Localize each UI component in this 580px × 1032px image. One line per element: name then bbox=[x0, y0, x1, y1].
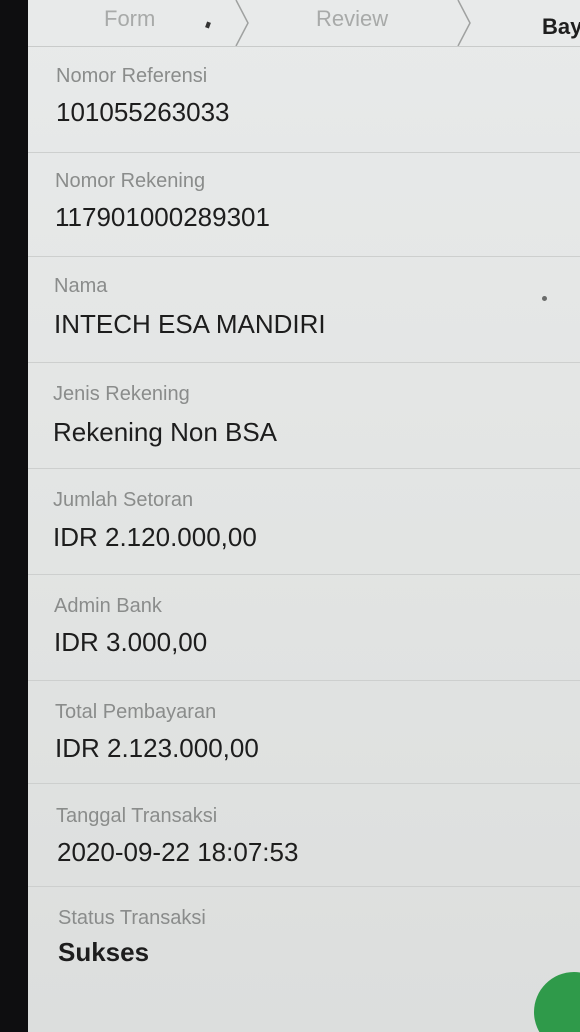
detail-row-tanggal-transaksi: Tanggal Transaksi 2020-09-22 18:07:53 bbox=[28, 784, 580, 887]
transaction-receipt-screen: Form Review Bay Nomor Referensi 10105526… bbox=[28, 0, 580, 1032]
detail-label: Total Pembayaran bbox=[55, 701, 217, 723]
chevron-right-icon bbox=[235, 0, 249, 46]
detail-value: Sukses bbox=[58, 937, 150, 967]
detail-row-admin-bank: Admin Bank IDR 3.000,00 bbox=[28, 575, 580, 681]
detail-value: 101055263033 bbox=[56, 97, 230, 127]
detail-label: Nomor Referensi bbox=[56, 65, 208, 87]
screen-speck bbox=[542, 296, 547, 301]
detail-row-nomor-referensi: Nomor Referensi 101055263033 bbox=[28, 47, 580, 153]
step-review[interactable]: Review bbox=[316, 6, 388, 32]
detail-row-nama: Nama INTECH ESA MANDIRI bbox=[28, 257, 580, 363]
detail-value: IDR 2.120.000,00 bbox=[53, 522, 257, 552]
progress-stepper: Form Review Bay bbox=[28, 0, 580, 47]
detail-value: 117901000289301 bbox=[55, 202, 270, 232]
detail-label: Status Transaksi bbox=[58, 907, 206, 929]
detail-value: INTECH ESA MANDIRI bbox=[54, 309, 326, 339]
detail-value: Rekening Non BSA bbox=[53, 417, 278, 447]
detail-value: IDR 2.123.000,00 bbox=[55, 733, 259, 763]
detail-label: Nama bbox=[54, 275, 108, 297]
chevron-right-icon bbox=[457, 0, 471, 46]
detail-value: 2020-09-22 18:07:53 bbox=[57, 837, 299, 867]
detail-row-nomor-rekening: Nomor Rekening 117901000289301 bbox=[28, 153, 580, 257]
detail-row-jenis-rekening: Jenis Rekening Rekening Non BSA bbox=[28, 363, 580, 469]
detail-label: Admin Bank bbox=[54, 595, 162, 617]
detail-value: IDR 3.000,00 bbox=[54, 627, 208, 657]
detail-label: Jumlah Setoran bbox=[53, 489, 194, 511]
detail-row-status-transaksi: Status Transaksi Sukses bbox=[28, 887, 580, 1032]
step-bayar[interactable]: Bay bbox=[542, 14, 580, 40]
detail-label: Jenis Rekening bbox=[53, 383, 190, 405]
step-form-marker bbox=[205, 21, 211, 29]
detail-label: Tanggal Transaksi bbox=[56, 805, 218, 827]
step-form[interactable]: Form bbox=[104, 6, 155, 32]
detail-row-jumlah-setoran: Jumlah Setoran IDR 2.120.000,00 bbox=[28, 469, 580, 575]
detail-label: Nomor Rekening bbox=[55, 170, 206, 192]
detail-row-total-pembayaran: Total Pembayaran IDR 2.123.000,00 bbox=[28, 681, 580, 784]
